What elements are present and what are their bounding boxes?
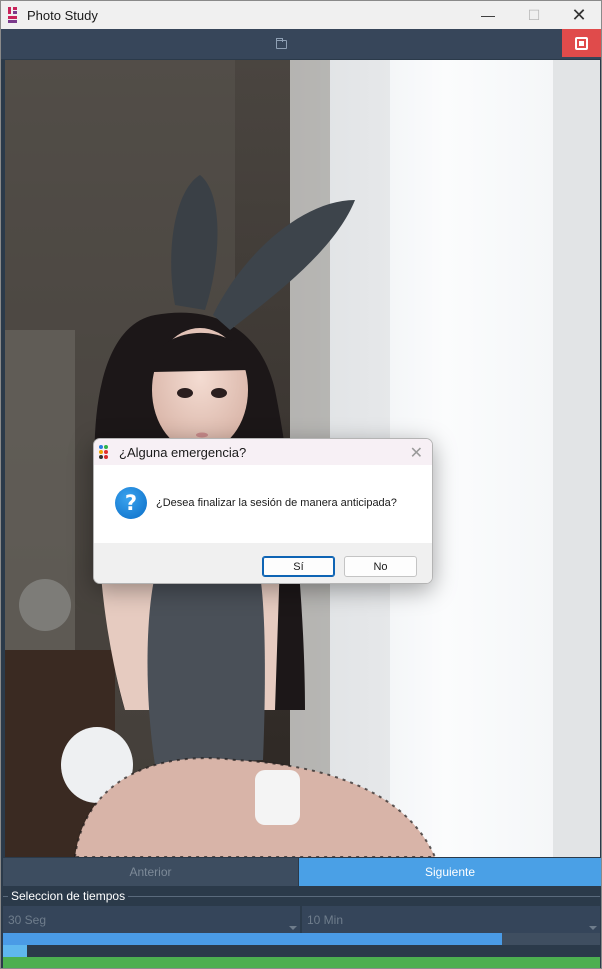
interval-select[interactable]: 30 Seg [3, 906, 300, 934]
time-selection-group: Seleccion de tiempos 30 Seg 10 Min [3, 889, 600, 936]
stop-session-button[interactable] [562, 29, 601, 57]
total-progress-bar [3, 957, 600, 968]
session-progress-fill [3, 933, 503, 945]
chevron-down-icon [589, 926, 597, 930]
title-bar: Photo Study — ☐ ✕ [1, 1, 601, 29]
total-progress-fill [3, 957, 600, 968]
app-dots-icon [99, 445, 113, 459]
app-logo-icon [8, 7, 18, 23]
interval-select-value: 30 Seg [8, 912, 47, 927]
total-time-select[interactable]: 10 Min [302, 906, 600, 934]
stop-icon [575, 36, 588, 50]
window-title: Photo Study [27, 7, 98, 23]
no-button[interactable]: No [344, 556, 417, 577]
next-button[interactable]: Siguiente [299, 858, 601, 886]
chevron-down-icon [289, 926, 297, 930]
dialog-body: ? ¿Desea finalizar la sesión de manera a… [94, 465, 432, 543]
total-time-select-value: 10 Min [307, 912, 344, 927]
yes-button[interactable]: Sí [262, 556, 335, 577]
dialog-close-button[interactable]: ✕ [410, 443, 423, 463]
dialog-title: ¿Alguna emergencia? [119, 444, 247, 460]
close-window-button[interactable]: ✕ [556, 1, 602, 29]
dialog-message: ¿Desea finalizar la sesión de manera ant… [156, 497, 397, 509]
interval-progress-fill [3, 945, 27, 957]
confirm-dialog: ¿Alguna emergencia? ✕ ? ¿Desea finalizar… [93, 438, 433, 584]
question-icon: ? [115, 487, 147, 519]
session-progress-bar [3, 933, 600, 945]
maximize-button[interactable]: ☐ [511, 1, 557, 29]
minimize-button[interactable]: — [465, 1, 511, 29]
dialog-footer: Sí No [94, 543, 432, 583]
app-window: Photo Study — ☐ ✕ Anterior Siguiente Sel… [0, 0, 602, 969]
previous-button[interactable]: Anterior [3, 858, 298, 886]
dialog-title-bar: ¿Alguna emergencia? ✕ [94, 439, 432, 465]
time-selection-legend: Seleccion de tiempos [8, 889, 129, 903]
toolbar [1, 29, 601, 59]
interval-progress-bar [3, 945, 600, 957]
folder-icon[interactable] [276, 38, 287, 49]
